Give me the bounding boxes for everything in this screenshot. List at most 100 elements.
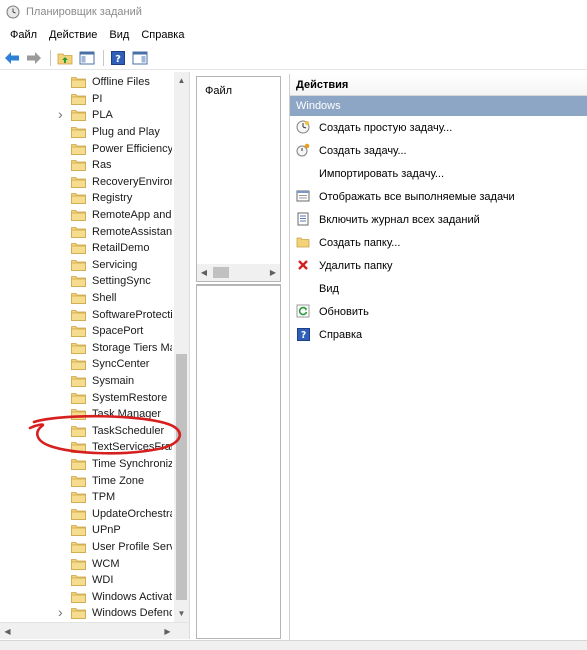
tree-item[interactable]: SystemRestore [0, 389, 172, 406]
action-new-folder[interactable]: Создать папку... [290, 231, 587, 254]
menu-bar: Файл Действие Вид Справка [0, 24, 587, 46]
tree-item[interactable]: Power Efficiency [0, 140, 172, 157]
tree-item[interactable]: SoftwareProtecti [0, 306, 172, 323]
scroll-right-arrow-icon[interactable]: ▶ [160, 623, 175, 639]
tree-item[interactable]: Offline Files [0, 74, 172, 91]
tree-item-label: Plug and Play [92, 126, 160, 139]
tree-item[interactable]: User Profile Servi [0, 539, 172, 556]
folder-icon [71, 293, 86, 304]
toolbar-separator [103, 49, 104, 66]
column-header-file[interactable]: Файл [205, 85, 232, 97]
folder-icon [71, 259, 86, 271]
tree-item[interactable]: TPM [0, 489, 172, 506]
action-label: Импортировать задачу... [319, 167, 445, 180]
tree-item-label: Ras [92, 159, 112, 172]
tree-vertical-scrollbar[interactable]: ▲ ▼ [174, 72, 189, 622]
menu-view[interactable]: Вид [103, 29, 135, 41]
tree-item-label: Task Manager [92, 408, 162, 421]
scroll-right-arrow-icon[interactable]: ▶ [266, 264, 280, 281]
tree-item[interactable]: SyncCenter [0, 356, 172, 373]
task-list-pane[interactable]: Файл ◀ ▶ [196, 76, 281, 282]
scroll-left-arrow-icon[interactable]: ◀ [0, 623, 15, 639]
tree-item-label: RetailDemo [92, 242, 150, 255]
action-delete-folder[interactable]: Удалить папку [290, 254, 587, 277]
show-hide-action-pane-button[interactable] [130, 48, 150, 68]
tree-item[interactable]: Registry [0, 190, 172, 207]
scroll-left-arrow-icon[interactable]: ◀ [197, 264, 211, 281]
folder-icon [71, 376, 86, 387]
tree-item-label: Servicing [92, 258, 138, 271]
toolbar-separator [50, 49, 51, 66]
tree-item[interactable]: UPnP [0, 522, 172, 539]
tree-item[interactable]: PI [0, 91, 172, 108]
folder-icon [71, 392, 86, 404]
tree-item-label: SystemRestore [92, 391, 168, 404]
tree-item[interactable]: SettingSync [0, 273, 172, 290]
svg-text:?: ? [300, 330, 305, 341]
action-label: Создать задачу... [319, 144, 407, 157]
tree-item[interactable]: WDI [0, 572, 172, 589]
action-create-basic-task[interactable]: Создать простую задачу... [290, 116, 587, 139]
show-hide-tree-button[interactable] [77, 48, 97, 68]
task-details-pane[interactable] [196, 284, 281, 639]
tree-item-label: Windows Defenc [92, 607, 172, 620]
up-folder-button[interactable] [55, 48, 75, 68]
show-hide-action-pane-icon [132, 51, 148, 64]
scroll-up-arrow-icon[interactable]: ▲ [174, 72, 189, 89]
tree-item[interactable]: Time Zone [0, 472, 172, 489]
tree-item[interactable]: Ras [0, 157, 172, 174]
tree-item-label: PI [92, 92, 103, 105]
tree-item[interactable]: Time Synchroniz [0, 456, 172, 473]
action-view[interactable]: Вид [290, 277, 587, 300]
back-button[interactable] [2, 48, 22, 68]
tree-item[interactable]: TextServicesFran [0, 439, 172, 456]
chevron-right-icon[interactable]: › [58, 107, 66, 121]
forward-button[interactable] [24, 48, 44, 68]
action-create-task[interactable]: Создать задачу... [290, 139, 587, 162]
actions-pane: Действия Windows Создать простую задачу.… [289, 74, 587, 640]
action-enable-history[interactable]: Включить журнал всех заданий [290, 208, 587, 231]
chevron-right-icon[interactable]: › [58, 605, 66, 619]
folder-tree-pane[interactable]: Offline Files PI › PLA Plug and Play Power Ef… [0, 72, 190, 639]
tree-item-label: SoftwareProtecti [92, 308, 172, 321]
help-button[interactable]: ? [108, 48, 128, 68]
tree-item[interactable]: Task Manager [0, 406, 172, 423]
scroll-thumb[interactable] [176, 354, 187, 600]
action-label: Удалить папку [319, 259, 393, 272]
tree-item[interactable]: Plug and Play [0, 124, 172, 141]
tree-item[interactable]: Shell [0, 290, 172, 307]
tree-item[interactable]: SpacePort [0, 323, 172, 340]
action-label: Включить журнал всех заданий [319, 213, 480, 226]
tree-item[interactable]: › Windows Defenc [0, 605, 172, 622]
action-help[interactable]: ? Справка [290, 323, 587, 346]
action-label: Создать папку... [319, 236, 401, 249]
action-label: Отображать все выполняемые задачи [319, 190, 515, 203]
folder-icon [71, 243, 86, 255]
tree-item[interactable]: › PLA [0, 107, 172, 124]
action-import-task[interactable]: Импортировать задачу... [290, 162, 587, 185]
folder-icon [71, 542, 86, 553]
tree-item[interactable]: WCM [0, 555, 172, 572]
menu-help[interactable]: Справка [135, 29, 190, 41]
scroll-down-arrow-icon[interactable]: ▼ [174, 605, 189, 622]
task-list-horizontal-scrollbar[interactable]: ◀ ▶ [197, 264, 280, 281]
tree-horizontal-scrollbar[interactable]: ◀ ▶ [0, 622, 189, 639]
scroll-thumb[interactable] [213, 267, 229, 278]
tree-item[interactable]: UpdateOrchestra [0, 505, 172, 522]
actions-section-windows[interactable]: Windows [290, 96, 587, 116]
action-display-running-tasks[interactable]: Отображать все выполняемые задачи [290, 185, 587, 208]
tree-item[interactable]: RemoteApp and [0, 207, 172, 224]
tree-item[interactable]: RecoveryEnviron [0, 174, 172, 191]
tree-item[interactable]: Sysmain [0, 373, 172, 390]
tree-item[interactable]: Windows Activat [0, 588, 172, 605]
menu-file[interactable]: Файл [4, 29, 43, 41]
action-refresh[interactable]: Обновить [290, 300, 587, 323]
tree-item[interactable]: Storage Tiers Ma [0, 340, 172, 357]
menu-action[interactable]: Действие [43, 29, 103, 41]
folder-icon [71, 143, 86, 155]
tree-item[interactable]: TaskScheduler [0, 422, 172, 439]
tree-item[interactable]: RetailDemo [0, 240, 172, 257]
folder-icon [71, 193, 86, 205]
tree-item[interactable]: RemoteAssistanc [0, 223, 172, 240]
tree-item[interactable]: Servicing [0, 257, 172, 274]
